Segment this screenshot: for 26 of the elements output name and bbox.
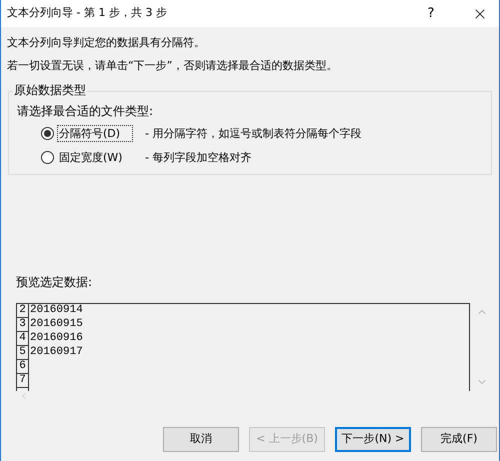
row-number: 3	[17, 318, 29, 332]
radio-label[interactable]: 分隔符号(D)	[57, 125, 133, 142]
window-title: 文本分列向导 - 第 1 步，共 3 步	[7, 5, 168, 22]
row-number: 5	[17, 346, 29, 360]
prompt-text: 请选择最合适的文件类型:	[17, 104, 154, 119]
radio-label[interactable]: 固定宽度(W)	[57, 149, 133, 166]
option-description: - 每列字段加空格对齐	[145, 150, 252, 165]
dialog-button[interactable]: 取消	[163, 427, 239, 452]
preview-cell: 20160914	[29, 304, 83, 318]
help-button[interactable]: ?	[411, 4, 451, 24]
group-title: 原始数据类型	[13, 83, 87, 98]
row-number: 7	[17, 374, 29, 388]
radio-button[interactable]	[41, 151, 54, 164]
radio-button[interactable]	[41, 127, 54, 140]
row-number: 4	[17, 332, 29, 346]
preview-cell: 20160915	[29, 318, 83, 332]
preview-label: 预览选定数据:	[16, 275, 94, 290]
preview-cell: 20160916	[29, 332, 83, 346]
dialog-button[interactable]: 下一步(N) >	[335, 427, 411, 452]
row-number: 6	[17, 360, 29, 374]
intro-text: 若一切设置无误，请单击“下一步”，否则请选择最合适的数据类型。	[7, 58, 338, 73]
intro-text: 文本分列向导判定您的数据具有分隔符。	[7, 35, 206, 50]
option-description: - 用分隔字符，如逗号或制表符分隔每个字段	[145, 126, 362, 141]
dialog-button[interactable]: 完成(F)	[421, 427, 497, 452]
preview-cell: 20160917	[29, 346, 83, 360]
row-number: 2	[17, 304, 29, 318]
